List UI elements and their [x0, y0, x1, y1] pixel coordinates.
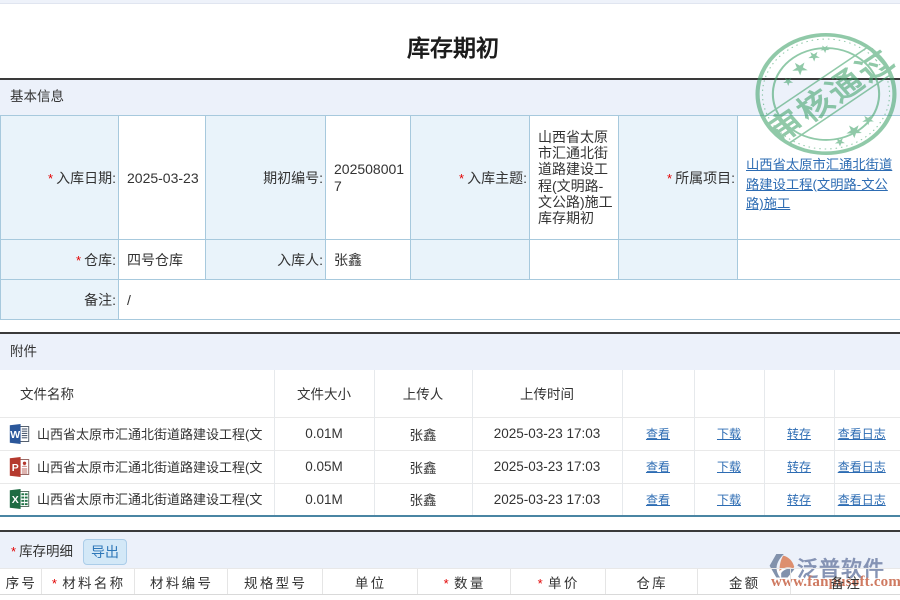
svg-text:W: W: [10, 429, 20, 441]
svg-text:X: X: [12, 494, 19, 506]
svg-text:P: P: [12, 462, 19, 474]
